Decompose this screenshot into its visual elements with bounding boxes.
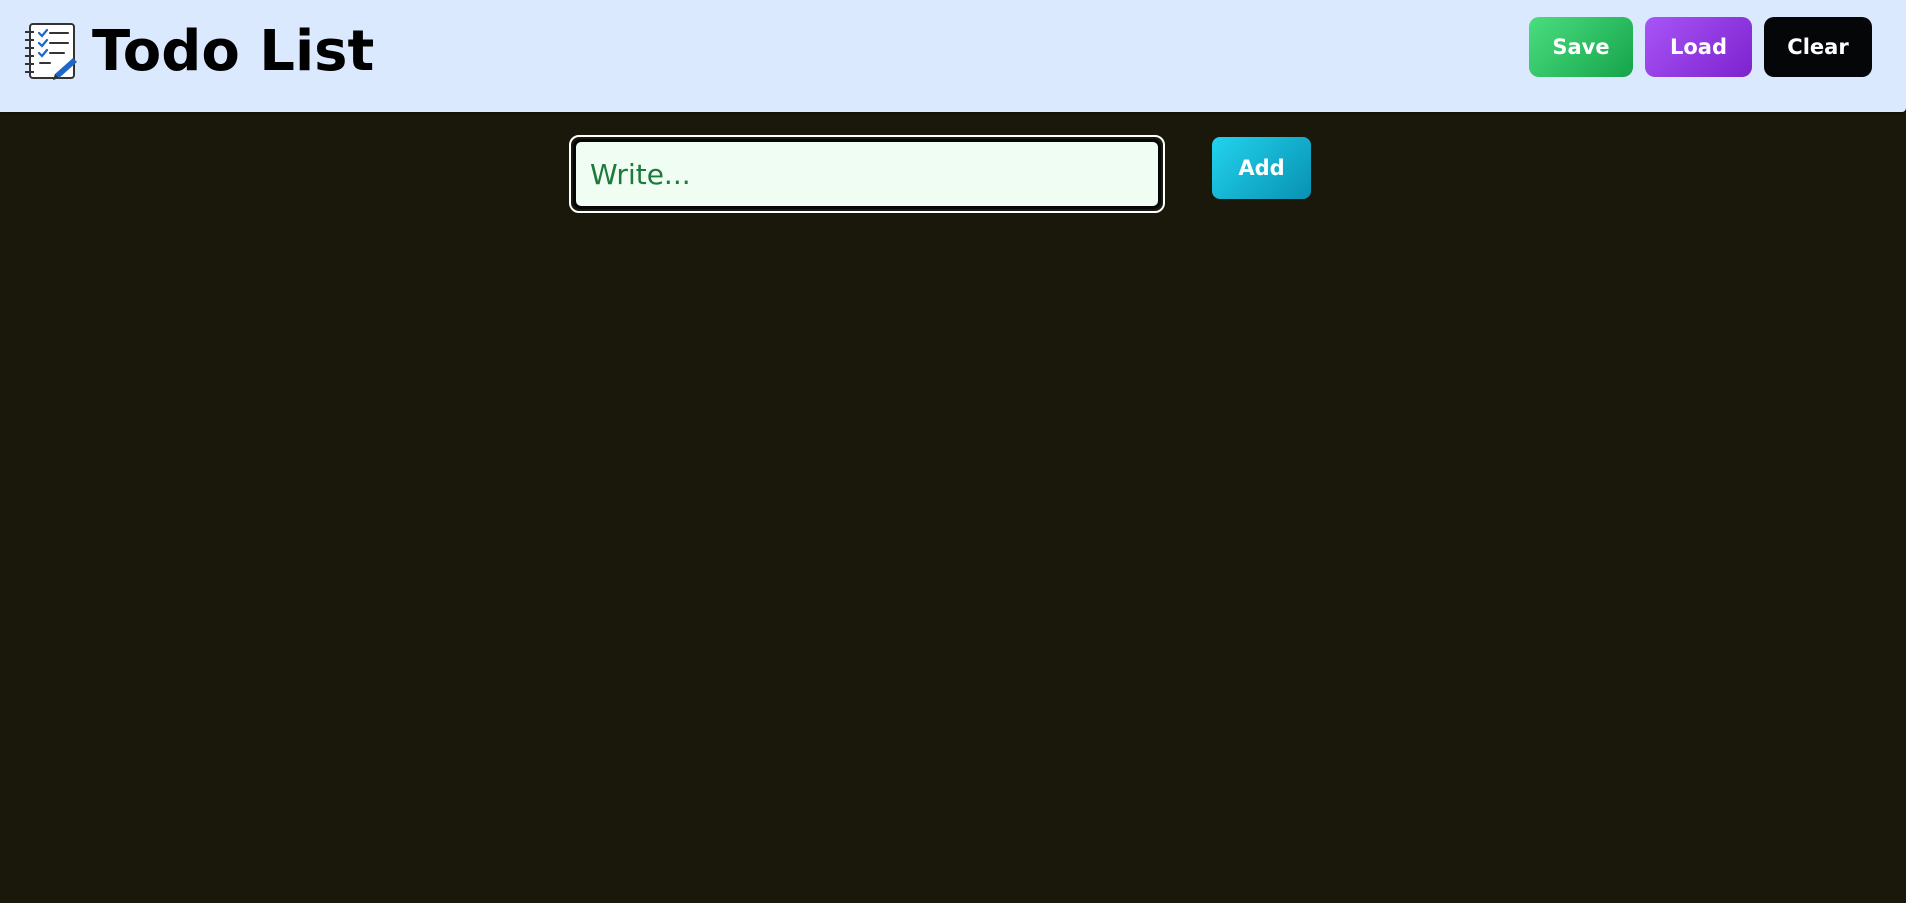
toolbar-actions: Save Load Clear — [1529, 17, 1872, 77]
page-title: Todo List — [92, 19, 375, 84]
brand: Todo List — [22, 22, 374, 82]
save-button[interactable]: Save — [1529, 17, 1633, 77]
task-input[interactable] — [573, 139, 1161, 209]
clear-button[interactable]: Clear — [1764, 17, 1872, 77]
load-button[interactable]: Load — [1645, 17, 1752, 77]
notebook-checklist-icon — [22, 22, 78, 82]
task-input-frame — [569, 135, 1165, 213]
add-button[interactable]: Add — [1212, 137, 1311, 199]
app-header: Todo List Save Load Clear — [0, 0, 1906, 112]
